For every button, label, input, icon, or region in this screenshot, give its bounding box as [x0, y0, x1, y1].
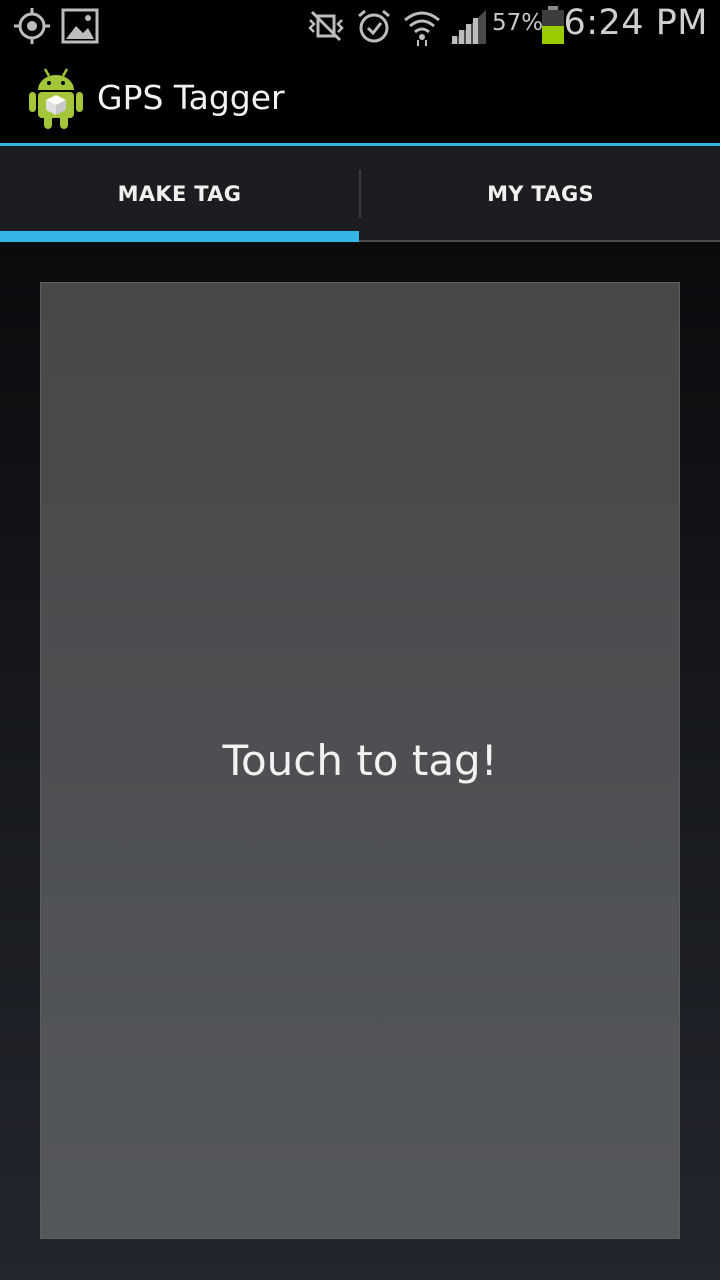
selected-tab-indicator: [0, 231, 359, 242]
tab-make-tag[interactable]: MAKE TAG: [0, 146, 359, 242]
main-content: Touch to tag!: [0, 242, 720, 1280]
signal-icon: [448, 6, 488, 50]
tab-make-tag-label: MAKE TAG: [117, 182, 242, 206]
gallery-icon: [60, 6, 100, 50]
app-title: GPS Tagger: [97, 78, 285, 117]
tab-bar: MAKE TAG MY TAGS: [0, 146, 720, 242]
tab-my-tags[interactable]: MY TAGS: [361, 146, 720, 242]
gps-icon: [12, 6, 52, 50]
wifi-icon: [402, 6, 442, 50]
screen: 57% 6:24 PM GPS Tagger MAKE TAG MY TAGS …: [0, 0, 720, 1280]
alarm-icon: [354, 6, 394, 50]
tag-prompt: Touch to tag!: [222, 735, 498, 785]
mute-icon: [306, 6, 346, 50]
battery-percent: 57%: [492, 10, 544, 36]
action-bar: GPS Tagger: [0, 50, 720, 143]
battery-icon: [540, 6, 566, 50]
android-icon[interactable]: [28, 66, 84, 130]
touch-to-tag-button[interactable]: Touch to tag!: [40, 282, 680, 1239]
clock: 6:24 PM: [563, 3, 708, 43]
tab-my-tags-label: MY TAGS: [487, 182, 594, 206]
status-bar: 57% 6:24 PM: [0, 0, 720, 50]
